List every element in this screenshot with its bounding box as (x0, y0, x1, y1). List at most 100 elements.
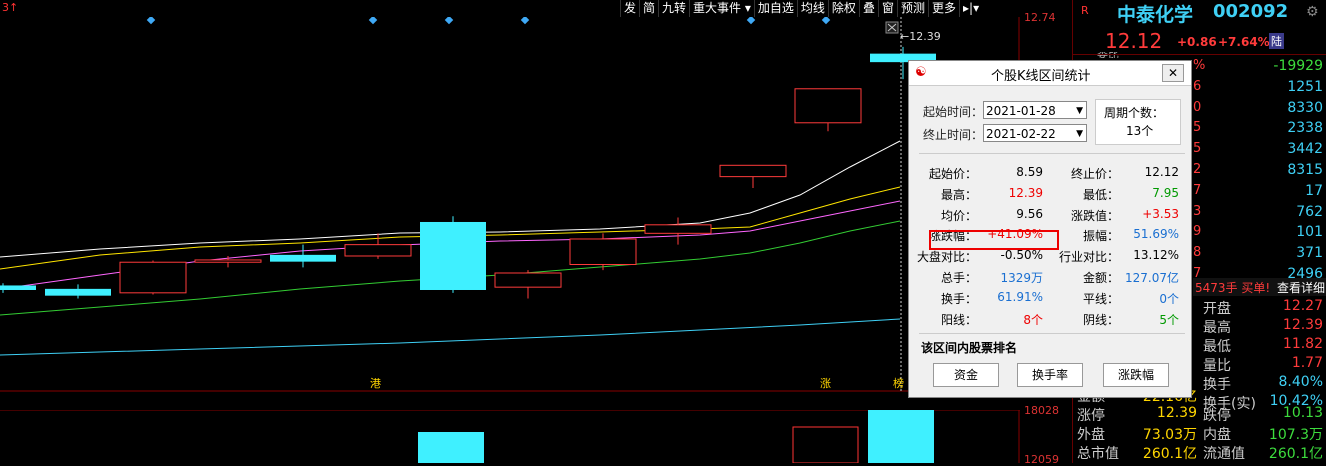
rank-turnover-button[interactable]: 换手率 (1017, 363, 1083, 387)
end-label: 终止时间： (923, 128, 984, 142)
candle-body[interactable] (0, 285, 36, 290)
bottom-stat-value: 12.39 (1156, 405, 1197, 421)
vol-axis-bottom: 12059 (1024, 453, 1059, 466)
dialog-stat-label: 终止价： (1070, 167, 1119, 181)
candle-body[interactable] (119, 261, 187, 294)
bottom-stat-label2: 流通值 (1203, 446, 1245, 462)
event-mark[interactable]: 涨 (820, 377, 831, 390)
dialog-stat-label: 最低： (1082, 187, 1119, 202)
stat-value: 12.27 (1282, 298, 1323, 314)
quote-row-label: 5 (1193, 120, 1202, 136)
quote-row-value: 17 (1305, 182, 1323, 199)
dialog-stat-value: 51.69% (1133, 227, 1179, 242)
high-annotation: ←12.39 (900, 30, 941, 43)
candle-body[interactable] (719, 164, 787, 178)
dialog-title: 个股K线区间统计 (991, 69, 1091, 84)
rank-funds-button[interactable]: 资金 (933, 363, 999, 387)
quote-row-label: 0 (1193, 99, 1202, 115)
stock-change: +0.86 (1177, 35, 1217, 49)
bottom-stat-value2: 10.13 (1282, 405, 1323, 421)
r-mark: R (1081, 4, 1089, 17)
quote-row-value: 3442 (1287, 141, 1323, 158)
candle-body[interactable] (45, 288, 111, 296)
bottom-stat-row: 总市值 260.1亿 流通值 260.1亿 (1073, 443, 1326, 463)
event-mark[interactable]: 港 (370, 377, 381, 390)
toolbar-item[interactable]: 加自选 (753, 0, 797, 17)
quote-row-label: 7 (1193, 182, 1202, 198)
toolbar-item[interactable]: 发 (620, 0, 639, 17)
dialog-stat-value: 61.91% (997, 289, 1043, 304)
dialog-stat-row: 最高： 12.39 最低： 7.95 (909, 186, 1191, 204)
toolbar-item[interactable]: 窗 (877, 0, 897, 17)
start-date-value: 2021-01-28 (986, 104, 1056, 118)
dialog-stat-label: 总手： (940, 271, 977, 285)
start-label: 起始时间： (923, 105, 984, 119)
bottom-stat-row: 涨停 12.39 跌停 10.13 (1073, 405, 1326, 425)
candle-body[interactable] (494, 272, 562, 288)
dialog-stat-value: 127.07亿 (1125, 271, 1179, 285)
kline-chart[interactable]: ←12.39 港 涨 榜 (0, 17, 1020, 392)
stock-name: 中泰化学 (1117, 4, 1194, 26)
toolbar-item[interactable]: 重大事件 ▾ (689, 0, 754, 17)
toolbar-item[interactable]: 预测 (896, 0, 928, 17)
dialog-stat-label: 涨跌值： (1070, 208, 1119, 223)
dialog-stat-label: 换手： (940, 291, 977, 306)
candle-body[interactable] (344, 244, 412, 257)
gear-icon[interactable]: ⚙ (1306, 4, 1319, 20)
volume-chart[interactable] (0, 410, 1020, 463)
period-box: 周期个数： 13个 (1095, 99, 1181, 145)
candle-body[interactable] (794, 88, 862, 124)
candle-body[interactable] (644, 224, 712, 234)
bottom-stat-value2: 260.1亿 (1268, 446, 1323, 462)
dialog-stat-label: 阳线： (940, 312, 977, 327)
prev-arrow-label[interactable]: 3↑ (2, 1, 18, 14)
dialog-stat-value: 0个 (1159, 291, 1179, 306)
detail-link[interactable]: 查看详细 (1277, 279, 1325, 296)
close-icon[interactable]: ✕ (1162, 64, 1184, 82)
event-mark[interactable]: 榜 (893, 376, 904, 390)
rank-title: 该区间内股票排名 (921, 341, 1018, 355)
bottom-stat-value: 73.03万 (1142, 427, 1197, 443)
toolbar-item[interactable]: 叠 (858, 0, 878, 17)
toolbar-item[interactable]: ▸|▾ (959, 0, 982, 17)
dialog-stat-label: 阴线： (1082, 312, 1119, 327)
stat-label: 最高 (1203, 320, 1231, 336)
toolbar-item[interactable]: 九转 (658, 0, 689, 17)
dialog-stat-value: -0.50% (1000, 248, 1043, 263)
toolbar-item[interactable]: 除权 (827, 0, 859, 17)
dialog-stat-row: 总手： 1329万 金额： 127.07亿 (909, 269, 1191, 287)
period-value: 13个 (1126, 124, 1154, 138)
candle-body[interactable] (194, 259, 262, 263)
toolbar-item[interactable]: 简 (639, 0, 658, 17)
quote-row-label: 6 (1193, 78, 1202, 94)
candle-body[interactable] (270, 254, 336, 262)
end-date-select[interactable]: 2021-02-22 ▼ (983, 124, 1087, 142)
quote-row-label: 8 (1193, 245, 1202, 261)
quote-row-value: -19929 (1273, 58, 1323, 74)
dialog-stat-label: 起始价： (928, 167, 977, 181)
toolbar-item[interactable]: 均线 (796, 0, 828, 17)
dialog-stat-row: 起始价： 8.59 终止价： 12.12 (909, 165, 1191, 183)
dialog-stat-value: 7.95 (1152, 185, 1179, 200)
highlight-box (929, 230, 1059, 250)
candle-body[interactable] (420, 221, 486, 290)
dialog-stat-value: 1329万 (1000, 271, 1043, 285)
dialog-stat-label: 均价： (940, 208, 977, 223)
toolbar-item[interactable]: 更多 (927, 0, 959, 17)
bottom-stat-row: 外盘 73.03万 内盘 107.3万 (1073, 424, 1326, 444)
quote-row-value: 2338 (1287, 120, 1323, 137)
period-label: 周期个数： (1104, 106, 1165, 120)
dialog-titlebar[interactable]: ☯ 个股K线区间统计 ✕ (909, 61, 1191, 86)
stock-code: 002092 (1213, 1, 1289, 22)
quote-row-value: 371 (1296, 245, 1323, 262)
stock-pct: +7.64% (1218, 35, 1270, 49)
trade-bar: 5473手 买单! 查看详细 (1193, 278, 1326, 296)
dialog-stat-value: 12.39 (1008, 185, 1043, 200)
chart-toolbar: 发 简 九转 重大事件 ▾ 加自选 均线 除权 叠 窗 预测 更多 ▸|▾ (620, 0, 982, 17)
dialog-stat-label: 平线： (1082, 291, 1119, 306)
rank-change-button[interactable]: 涨跌幅 (1103, 363, 1169, 387)
start-date-select[interactable]: 2021-01-28 ▼ (983, 101, 1087, 119)
stat-label: 最低 (1203, 339, 1231, 355)
stat-value: 12.39 (1282, 317, 1323, 333)
candle-body[interactable] (569, 238, 637, 265)
